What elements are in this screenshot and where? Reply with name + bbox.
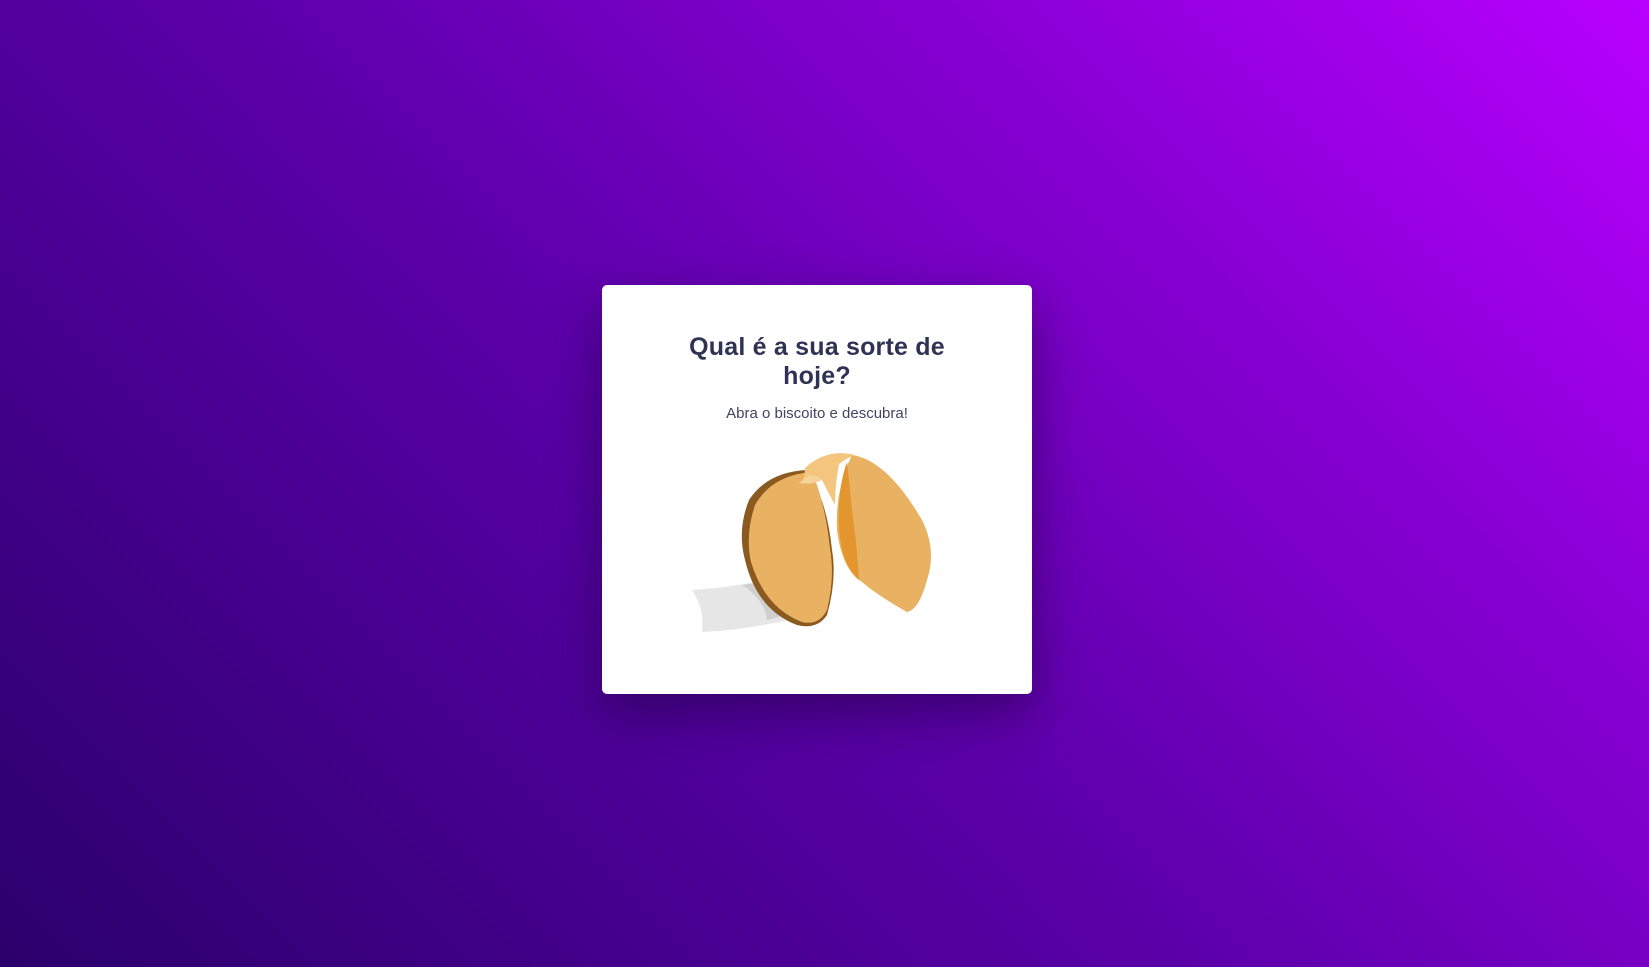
subtitle: Abra o biscoito e descubra!: [726, 405, 908, 422]
fortune-cookie-button[interactable]: [687, 450, 942, 650]
fortune-card: Qual é a sua sorte de hoje? Abra o bisco…: [602, 285, 1032, 694]
page-title: Qual é a sua sorte de hoje?: [689, 333, 945, 390]
fortune-cookie-icon: [692, 453, 931, 632]
